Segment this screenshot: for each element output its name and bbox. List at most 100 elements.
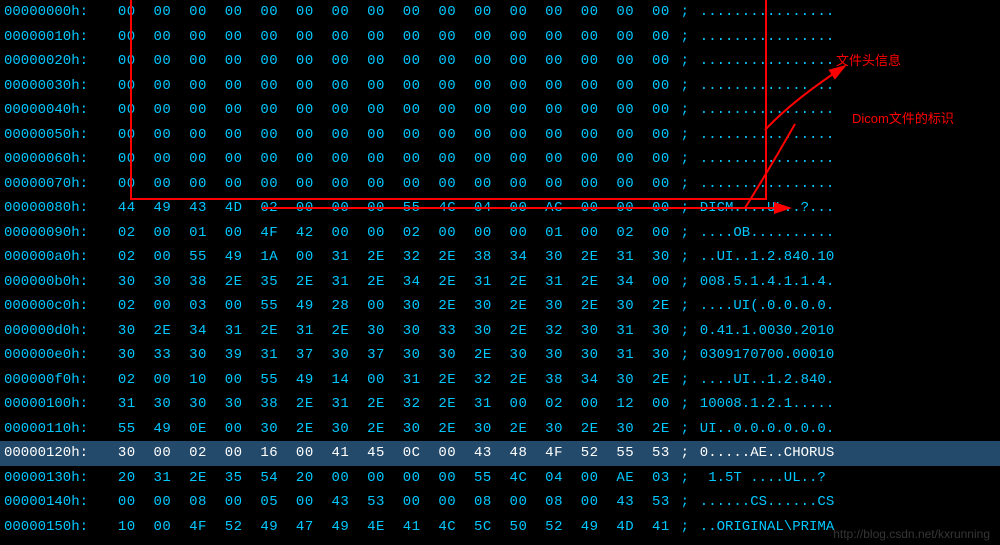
ascii-cell: ....UI..1.2.840. — [700, 368, 834, 393]
offset-cell: 00000030h: — [4, 74, 109, 99]
hex-row[interactable]: 00000100h: 31 30 30 30 38 2E 31 2E 32 2E… — [0, 392, 1000, 417]
separator: ; — [670, 343, 700, 368]
hex-bytes-cell: 30 30 38 2E 35 2E 31 2E 34 2E 31 2E 31 2… — [109, 270, 670, 295]
separator: ; — [670, 221, 700, 246]
hex-bytes-cell: 30 2E 34 31 2E 31 2E 30 30 33 30 2E 32 3… — [109, 319, 670, 344]
hex-row[interactable]: 00000080h: 44 49 43 4D 02 00 00 00 55 4C… — [0, 196, 1000, 221]
hex-row[interactable]: 00000110h: 55 49 0E 00 30 2E 30 2E 30 2E… — [0, 417, 1000, 442]
hex-row[interactable]: 000000b0h: 30 30 38 2E 35 2E 31 2E 34 2E… — [0, 270, 1000, 295]
hex-row[interactable]: 00000120h: 30 00 02 00 16 00 41 45 0C 00… — [0, 441, 1000, 466]
ascii-cell: 1.5T ....UL..? — [700, 466, 826, 491]
ascii-cell: ..ORIGINAL\PRIMA — [700, 515, 834, 540]
hex-bytes-cell: 00 00 08 00 05 00 43 53 00 00 08 00 08 0… — [109, 490, 670, 515]
separator: ; — [670, 172, 700, 197]
hex-row[interactable]: 00000060h: 00 00 00 00 00 00 00 00 00 00… — [0, 147, 1000, 172]
offset-cell: 00000080h: — [4, 196, 109, 221]
separator: ; — [670, 98, 700, 123]
separator: ; — [670, 196, 700, 221]
ascii-cell: ......CS......CS — [700, 490, 834, 515]
ascii-cell: ....UI(.0.0.0.0. — [700, 294, 834, 319]
separator: ; — [670, 245, 700, 270]
ascii-cell: 0.....AE..CHORUS — [700, 441, 834, 466]
hex-bytes-cell: 02 00 10 00 55 49 14 00 31 2E 32 2E 38 3… — [109, 368, 670, 393]
separator: ; — [670, 466, 700, 491]
separator: ; — [670, 25, 700, 50]
separator: ; — [670, 294, 700, 319]
offset-cell: 00000010h: — [4, 25, 109, 50]
offset-cell: 00000060h: — [4, 147, 109, 172]
offset-cell: 00000020h: — [4, 49, 109, 74]
offset-cell: 00000120h: — [4, 441, 109, 466]
hex-row[interactable]: 00000020h: 00 00 00 00 00 00 00 00 00 00… — [0, 49, 1000, 74]
hex-view: 00000000h: 00 00 00 00 00 00 00 00 00 00… — [0, 0, 1000, 539]
separator: ; — [670, 441, 700, 466]
offset-cell: 00000070h: — [4, 172, 109, 197]
hex-bytes-cell: 02 00 01 00 4F 42 00 00 02 00 00 00 01 0… — [109, 221, 670, 246]
ascii-cell: 008.5.1.4.1.1.4. — [700, 270, 834, 295]
separator: ; — [670, 417, 700, 442]
ascii-cell: ................ — [700, 49, 834, 74]
hex-row[interactable]: 00000150h: 10 00 4F 52 49 47 49 4E 41 4C… — [0, 515, 1000, 540]
offset-cell: 00000090h: — [4, 221, 109, 246]
hex-bytes-cell: 00 00 00 00 00 00 00 00 00 00 00 00 00 0… — [109, 98, 670, 123]
hex-row[interactable]: 000000f0h: 02 00 10 00 55 49 14 00 31 2E… — [0, 368, 1000, 393]
hex-bytes-cell: 00 00 00 00 00 00 00 00 00 00 00 00 00 0… — [109, 49, 670, 74]
hex-bytes-cell: 44 49 43 4D 02 00 00 00 55 4C 04 00 AC 0… — [109, 196, 670, 221]
hex-bytes-cell: 00 00 00 00 00 00 00 00 00 00 00 00 00 0… — [109, 74, 670, 99]
hex-bytes-cell: 00 00 00 00 00 00 00 00 00 00 00 00 00 0… — [109, 0, 670, 25]
ascii-cell: 0309170700.00010 — [700, 343, 834, 368]
offset-cell: 00000130h: — [4, 466, 109, 491]
ascii-cell: ..UI..1.2.840.10 — [700, 245, 834, 270]
offset-cell: 000000e0h: — [4, 343, 109, 368]
hex-row[interactable]: 00000090h: 02 00 01 00 4F 42 00 00 02 00… — [0, 221, 1000, 246]
separator: ; — [670, 319, 700, 344]
hex-row[interactable]: 00000040h: 00 00 00 00 00 00 00 00 00 00… — [0, 98, 1000, 123]
separator: ; — [670, 490, 700, 515]
offset-cell: 000000f0h: — [4, 368, 109, 393]
ascii-cell: 0.41.1.0030.2010 — [700, 319, 834, 344]
ascii-cell: ................ — [700, 98, 834, 123]
hex-row[interactable]: 00000000h: 00 00 00 00 00 00 00 00 00 00… — [0, 0, 1000, 25]
ascii-cell: ................ — [700, 74, 834, 99]
separator: ; — [670, 147, 700, 172]
separator: ; — [670, 515, 700, 540]
separator: ; — [670, 392, 700, 417]
hex-row[interactable]: 00000030h: 00 00 00 00 00 00 00 00 00 00… — [0, 74, 1000, 99]
hex-bytes-cell: 10 00 4F 52 49 47 49 4E 41 4C 5C 50 52 4… — [109, 515, 670, 540]
offset-cell: 000000b0h: — [4, 270, 109, 295]
hex-row[interactable]: 00000010h: 00 00 00 00 00 00 00 00 00 00… — [0, 25, 1000, 50]
offset-cell: 00000000h: — [4, 0, 109, 25]
separator: ; — [670, 49, 700, 74]
hex-row[interactable]: 000000c0h: 02 00 03 00 55 49 28 00 30 2E… — [0, 294, 1000, 319]
offset-cell: 00000110h: — [4, 417, 109, 442]
offset-cell: 00000100h: — [4, 392, 109, 417]
hex-row[interactable]: 000000a0h: 02 00 55 49 1A 00 31 2E 32 2E… — [0, 245, 1000, 270]
offset-cell: 000000c0h: — [4, 294, 109, 319]
hex-bytes-cell: 00 00 00 00 00 00 00 00 00 00 00 00 00 0… — [109, 147, 670, 172]
hex-bytes-cell: 55 49 0E 00 30 2E 30 2E 30 2E 30 2E 30 2… — [109, 417, 670, 442]
ascii-cell: ................ — [700, 172, 834, 197]
hex-row[interactable]: 00000050h: 00 00 00 00 00 00 00 00 00 00… — [0, 123, 1000, 148]
hex-bytes-cell: 00 00 00 00 00 00 00 00 00 00 00 00 00 0… — [109, 25, 670, 50]
offset-cell: 00000150h: — [4, 515, 109, 540]
ascii-cell: ................ — [700, 25, 834, 50]
ascii-cell: DICM....UL..?... — [700, 196, 834, 221]
ascii-cell: ................ — [700, 123, 834, 148]
hex-row[interactable]: 00000140h: 00 00 08 00 05 00 43 53 00 00… — [0, 490, 1000, 515]
offset-cell: 000000d0h: — [4, 319, 109, 344]
hex-bytes-cell: 30 00 02 00 16 00 41 45 0C 00 43 48 4F 5… — [109, 441, 670, 466]
separator: ; — [670, 368, 700, 393]
hex-bytes-cell: 00 00 00 00 00 00 00 00 00 00 00 00 00 0… — [109, 172, 670, 197]
separator: ; — [670, 74, 700, 99]
hex-row[interactable]: 00000130h: 20 31 2E 35 54 20 00 00 00 00… — [0, 466, 1000, 491]
hex-bytes-cell: 02 00 03 00 55 49 28 00 30 2E 30 2E 30 2… — [109, 294, 670, 319]
ascii-cell: UI..0.0.0.0.0.0. — [700, 417, 834, 442]
hex-row[interactable]: 00000070h: 00 00 00 00 00 00 00 00 00 00… — [0, 172, 1000, 197]
ascii-cell: ................ — [700, 147, 834, 172]
ascii-cell: ....OB.......... — [700, 221, 834, 246]
offset-cell: 00000040h: — [4, 98, 109, 123]
hex-row[interactable]: 000000d0h: 30 2E 34 31 2E 31 2E 30 30 33… — [0, 319, 1000, 344]
hex-bytes-cell: 00 00 00 00 00 00 00 00 00 00 00 00 00 0… — [109, 123, 670, 148]
hex-row[interactable]: 000000e0h: 30 33 30 39 31 37 30 37 30 30… — [0, 343, 1000, 368]
ascii-cell: 10008.1.2.1..... — [700, 392, 834, 417]
